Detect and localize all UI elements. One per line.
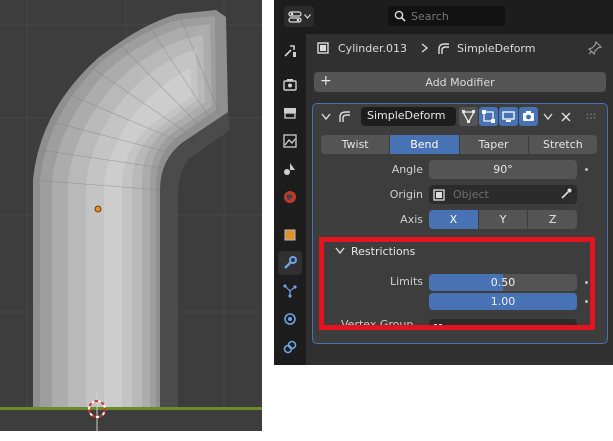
modifier-header: SimpleDeform (313, 104, 607, 130)
world-icon (284, 191, 296, 203)
search-field[interactable] (388, 6, 505, 26)
axis-selector: X Y Z (429, 210, 578, 229)
object-data-icon (317, 42, 329, 54)
chevron-down-icon (303, 14, 311, 19)
restrictions-highlight-box (319, 237, 595, 330)
tab-modifiers[interactable] (278, 251, 302, 275)
view-layer-icon (283, 134, 297, 148)
origin-object-field[interactable]: Object (429, 185, 577, 204)
physics-icon (284, 313, 296, 325)
mode-twist-button[interactable]: Twist (321, 135, 391, 154)
tab-constraints[interactable] (278, 335, 302, 359)
constraints-icon (283, 340, 297, 354)
viewport-toggle[interactable] (499, 107, 518, 126)
search-icon (394, 10, 406, 22)
mode-taper-button[interactable]: Taper (459, 135, 529, 154)
pin-icon[interactable] (588, 41, 602, 55)
axis-x-button[interactable]: X (429, 210, 479, 229)
object-data-icon (433, 188, 445, 201)
monitor-icon (502, 111, 515, 122)
add-modifier-label: Add Modifier (425, 75, 495, 89)
tab-scene[interactable] (278, 157, 302, 181)
render-toggle[interactable] (519, 107, 538, 126)
edit-mode-icon (482, 110, 495, 123)
eyedropper-icon[interactable] (560, 188, 572, 200)
keyframe-dot-icon[interactable] (585, 168, 588, 171)
simple-deform-icon (438, 43, 450, 54)
editor-type-dropdown[interactable] (284, 6, 314, 27)
modifier-icon (284, 256, 297, 269)
search-input[interactable] (411, 9, 496, 23)
3d-viewport[interactable] (0, 0, 262, 431)
deform-mode-selector: Twist Bend Taper Stretch (321, 135, 597, 154)
tab-output[interactable] (278, 101, 302, 125)
properties-tab-strip (274, 34, 306, 365)
breadcrumb: Cylinder.013 SimpleDeform (314, 36, 606, 60)
tab-particles[interactable] (278, 279, 302, 303)
plus-icon: + (320, 73, 332, 89)
tab-object[interactable] (278, 223, 302, 247)
chevron-right-icon (421, 43, 429, 53)
mode-bend-button[interactable]: Bend (390, 135, 460, 154)
edit-mode-toggle[interactable] (479, 107, 498, 126)
ground-axis-line (0, 407, 262, 410)
particles-icon (283, 284, 297, 298)
object-icon (284, 229, 296, 241)
origin-placeholder: Object (453, 188, 489, 201)
collapse-chevron-icon[interactable] (321, 113, 331, 121)
mode-stretch-button[interactable]: Stretch (528, 135, 597, 154)
axis-y-button[interactable]: Y (478, 210, 529, 229)
breadcrumb-object-name: Cylinder.013 (338, 41, 408, 55)
output-icon (284, 108, 296, 119)
add-modifier-button[interactable]: + Add Modifier (314, 72, 606, 92)
object-origin-dot (94, 205, 102, 213)
tool-icon (284, 45, 296, 57)
on-cage-toggle[interactable] (459, 107, 478, 126)
angle-label: Angle (391, 163, 423, 176)
breadcrumb-modifier-name: SimpleDeform (457, 41, 536, 55)
drag-handle-icon[interactable] (586, 113, 596, 121)
vertex-triangle-icon (462, 110, 475, 123)
modifier-name-field[interactable]: SimpleDeform (361, 107, 456, 126)
simple-deform-icon (339, 111, 350, 122)
scene-icon (284, 163, 295, 175)
tab-physics[interactable] (278, 307, 302, 331)
cylinder-inner-shadow (160, 112, 230, 410)
axis-z-button[interactable]: Z (528, 210, 578, 229)
axis-label: Axis (400, 213, 423, 226)
properties-editor-icon (287, 10, 302, 23)
close-icon[interactable] (561, 112, 571, 122)
tab-render[interactable] (278, 73, 302, 97)
tab-world[interactable] (278, 185, 302, 209)
chevron-down-icon[interactable] (543, 113, 553, 121)
properties-header (274, 0, 613, 34)
camera-icon (523, 111, 534, 121)
tab-tool[interactable] (278, 39, 302, 63)
viewport-canvas[interactable] (0, 0, 262, 431)
angle-field[interactable]: 90° (429, 160, 577, 179)
render-icon (283, 79, 297, 91)
tab-view-layer[interactable] (278, 129, 302, 153)
origin-label: Origin (389, 188, 423, 201)
